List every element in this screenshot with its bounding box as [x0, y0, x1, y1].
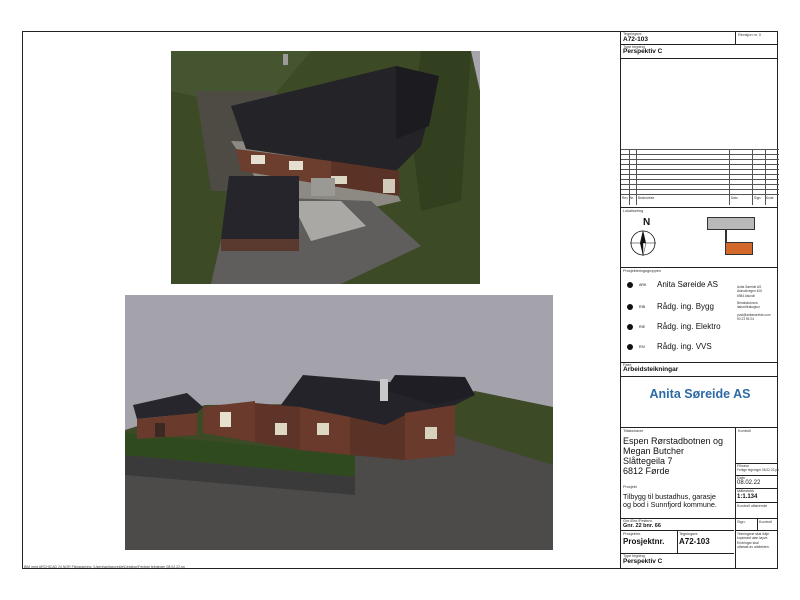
client-divider: [735, 427, 736, 518]
client-label: Tiltakshaver: [623, 429, 644, 433]
file-value: Fertige tegninger 08.02.22.pn: [737, 468, 779, 472]
rule: [621, 267, 778, 268]
revision-table: Rev. Nr. Beskrivelse Dato Sign. Kontr.: [621, 149, 779, 205]
drawing-type: Perspektiv C: [623, 48, 663, 55]
copyright-line: utførast av arkitekten.: [737, 545, 770, 550]
location-map-existing-building: [707, 217, 755, 230]
file-path-footnote: BIM med ARCHICAD 24 NOR Filplassering: \…: [24, 565, 185, 569]
gnr: Gnr. 22 bnr. 66: [623, 523, 661, 529]
phase: Arbeidsteikningar: [623, 366, 679, 373]
bullet-icon: [627, 324, 633, 330]
gnr-divider: [735, 518, 736, 568]
drawing-no-2: A72-103: [679, 537, 710, 546]
scale: 1:1.134: [737, 494, 758, 500]
projno-divider: [677, 530, 678, 553]
project-no: Prosjektnr.: [623, 537, 665, 546]
location-map-connector: [725, 230, 727, 242]
firm-info-line: 90 23 95 24: [737, 316, 754, 321]
revision-label: Revisjon nr. 0: [738, 33, 762, 37]
render-perspective-bottom: [125, 295, 553, 550]
sign-divider: [757, 518, 758, 530]
date: 08.02.22: [737, 480, 761, 486]
client-block: Espen Rørstadbotnen og Megan Butcher Slå…: [623, 436, 733, 476]
control-done-label: Kontroll utførende: [737, 504, 768, 508]
role-name: Rådg. ing. Elektro: [657, 322, 721, 331]
rev-col-control: Kontr.: [766, 196, 775, 200]
title-block: Tegningsnr. A72-103 Revisjon nr. 0 Type …: [620, 31, 779, 569]
role-name: Rådg. ing. Bygg: [657, 302, 714, 311]
north-label: N: [643, 217, 651, 228]
bullet-icon: [627, 282, 633, 288]
location-map-extension: [725, 242, 753, 255]
rule: [621, 362, 778, 363]
rule: [621, 207, 778, 208]
role-rie: RIE Rådg. ing. Elektro: [621, 321, 779, 333]
role-code: RIV: [639, 345, 645, 349]
project-block: Tilbygg til bustadhus, garasje og bod i …: [623, 492, 735, 510]
project-no-label: Prosjektnr.: [623, 532, 641, 536]
control-label: Kontroll: [738, 429, 751, 433]
scale-label: Målestokk: [737, 489, 755, 493]
client-line: Slåttegeila 7: [623, 456, 673, 467]
design-group-label: Prosjekteringsgruppen: [623, 269, 661, 273]
role-name: Rådg. ing. VVS: [657, 342, 712, 351]
render-top-svg: [171, 51, 480, 284]
rule: [621, 427, 778, 428]
role-code: ARK: [639, 283, 647, 287]
header-divider: [735, 31, 736, 44]
client-line: Megan Butcher: [623, 446, 685, 457]
role-code: RIB: [639, 305, 645, 309]
rule: [735, 530, 778, 531]
rule: [621, 58, 778, 59]
rev-col-rev: Rev.: [622, 196, 629, 200]
control-label-2: Kontroll: [759, 520, 772, 524]
role-name: Anita Søreide AS: [657, 280, 718, 289]
drawing-no-label-2: Tegningsnr.: [679, 532, 699, 536]
render-bottom-svg: [125, 295, 553, 550]
sign-label: Sign.: [737, 520, 746, 524]
drawing-type-2: Perspektiv C: [623, 558, 663, 565]
role-code: RIE: [639, 325, 645, 329]
firm-contact-info: Anita Søreide AS Askvollvegen 400 6984 A…: [737, 285, 771, 321]
client-line: 6812 Førde: [623, 466, 670, 477]
rev-col-description: Beskrivelse: [638, 196, 655, 200]
drawing-no: A72-103: [623, 36, 648, 43]
project-label: Prosjekt: [623, 485, 637, 489]
rev-col-nr: Nr.: [630, 196, 635, 200]
bullet-icon: [627, 304, 633, 310]
north-arrow-icon: [630, 230, 656, 257]
rule: [735, 502, 778, 503]
render-perspective-top: [171, 51, 480, 284]
rev-col-date: Dato: [731, 196, 738, 200]
location-label: Lokalisering: [623, 209, 644, 213]
role-riv: RIV Rådg. ing. VVS: [621, 341, 779, 353]
firm-brand: Anita Søreide AS: [649, 387, 751, 401]
rule: [621, 376, 778, 377]
project-line: og bod i Sunnfjord kommune.: [623, 500, 717, 510]
client-line: Espen Rørstadbotnen og: [623, 436, 724, 446]
copyright-note: Tekningane skal ikkje kopierast utan løy…: [737, 532, 770, 550]
bullet-icon: [627, 344, 633, 350]
rev-col-sign: Sign.: [754, 196, 762, 200]
